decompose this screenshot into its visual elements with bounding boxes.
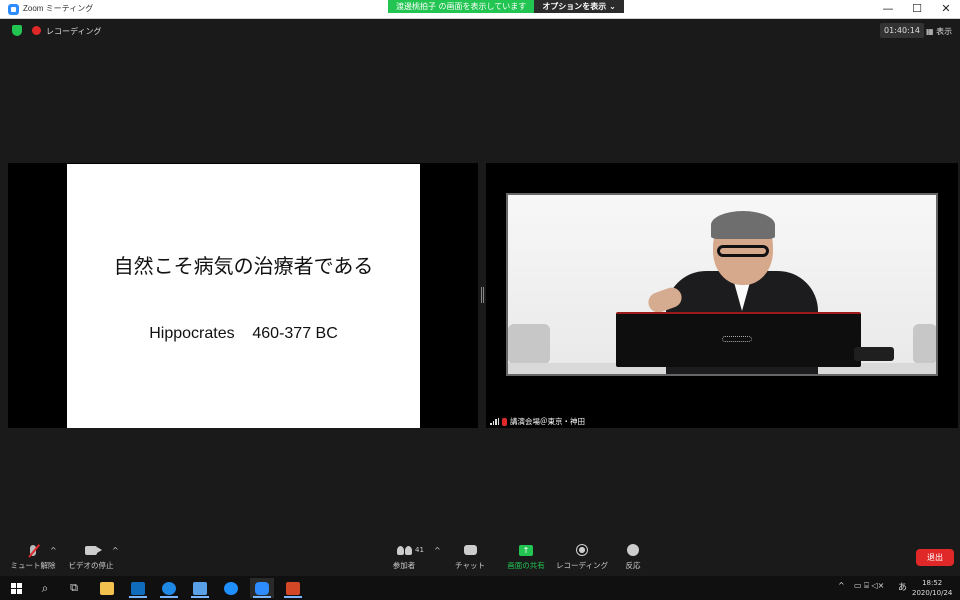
microphone-muted-icon — [30, 544, 36, 556]
windows-taskbar: ⌕ ⧉ ^ ▭ ⌸ ◁× あ 18:52 2020/10/24 — [0, 576, 960, 600]
chat-button[interactable]: チャット — [440, 542, 500, 571]
screen-share-banner: 渡邊桃拍子 の画面を表示しています オプションを表示 ⌄ — [388, 0, 624, 13]
powerpoint-icon — [286, 581, 300, 595]
video-camera-icon — [85, 545, 102, 555]
zoom-app-icon — [8, 4, 19, 15]
outlook-icon — [131, 581, 145, 595]
speaker-video — [506, 193, 938, 376]
participants-icon — [396, 545, 412, 555]
presentation-slide: 自然こそ病気の治療者である Hippocrates 460-377 BC — [67, 164, 420, 428]
ime-indicator[interactable]: あ — [898, 580, 907, 593]
record-label: レコーディング — [556, 561, 608, 570]
share-screen-icon: ↑ — [519, 544, 533, 556]
view-button[interactable]: ▦ 表示 — [926, 26, 952, 37]
leave-meeting-button[interactable]: 退出 — [916, 549, 954, 566]
task-view-icon[interactable]: ⧉ — [62, 578, 86, 598]
taskbar-clock[interactable]: 18:52 2020/10/24 — [912, 578, 952, 598]
participant-name: 講演会場＠東京・神田 — [510, 417, 585, 426]
slide-title: 自然こそ病気の治療者である — [113, 254, 374, 278]
chair-left — [508, 324, 550, 364]
clock-date: 2020/10/24 — [912, 589, 953, 597]
shared-screen-tile: 自然こそ病気の治療者である Hippocrates 460-377 BC — [8, 163, 478, 428]
smiley-icon — [627, 544, 639, 556]
close-button[interactable]: ✕ — [938, 2, 954, 15]
chat-icon — [463, 545, 477, 555]
participants-label: 参加者 — [392, 561, 416, 570]
windows-logo-icon — [10, 582, 22, 594]
participants-button[interactable]: 参加者 — [374, 542, 434, 571]
zoom-icon — [255, 581, 269, 595]
powerpoint-button[interactable] — [281, 578, 305, 598]
start-button[interactable] — [4, 578, 28, 598]
shield-icon[interactable] — [12, 25, 22, 36]
edge-icon — [224, 581, 238, 595]
meeting-timer: 01:40:14 — [880, 23, 924, 38]
unmute-label: ミュート解除 — [10, 561, 56, 570]
video-options-chevron-icon[interactable]: ^ — [112, 546, 119, 555]
participant-name-tag: 講演会場＠東京・神田 — [486, 415, 589, 428]
store-icon — [193, 581, 207, 595]
chair-right — [913, 324, 936, 364]
record-icon — [576, 544, 588, 556]
window-title: Zoom ミーティング — [23, 4, 94, 13]
participants-count: 41 — [415, 546, 424, 554]
view-options-button[interactable]: オプションを表示 ⌄ — [534, 0, 624, 13]
clock-time: 18:52 — [922, 579, 943, 587]
browser-icon — [162, 581, 176, 595]
speaker-video-tile: 講演会場＠東京・神田 — [486, 163, 958, 428]
zoom-taskbar-button[interactable] — [250, 578, 274, 598]
chat-label: チャット — [455, 561, 485, 570]
share-status-text: 渡邊桃拍子 の画面を表示しています — [388, 0, 535, 13]
meeting-info-bar: レコーディング 01:40:14 ▦ 表示 — [0, 20, 960, 42]
maximize-button[interactable]: ☐ — [909, 2, 925, 15]
audio-options-chevron-icon[interactable]: ^ — [50, 546, 57, 555]
webcam-device — [854, 347, 894, 361]
slide-subtitle: Hippocrates 460-377 BC — [149, 325, 338, 342]
chrome-button[interactable] — [157, 578, 181, 598]
reactions-button[interactable]: 反応 — [603, 542, 663, 571]
share-screen-button[interactable]: ↑ 画面の共有 — [496, 542, 556, 571]
signal-strength-icon — [490, 418, 499, 425]
edge-button[interactable] — [219, 578, 243, 598]
stop-video-label: ビデオの停止 — [68, 561, 114, 570]
tray-system-icons[interactable]: ▭ ⌸ ◁× — [854, 581, 884, 591]
minimize-button[interactable]: — — [880, 2, 896, 15]
tray-chevron-icon[interactable]: ^ — [838, 581, 845, 590]
recording-indicator-label: レコーディング — [46, 27, 102, 36]
store-button[interactable] — [188, 578, 212, 598]
speaker-glasses — [717, 245, 769, 257]
laptop-logo — [722, 336, 752, 342]
outlook-button[interactable] — [126, 578, 150, 598]
laptop — [616, 312, 861, 367]
recording-icon — [32, 26, 41, 35]
file-explorer-button[interactable] — [95, 578, 119, 598]
speaker-hair — [711, 211, 775, 239]
search-icon[interactable]: ⌕ — [33, 578, 57, 598]
muted-mic-icon — [502, 417, 507, 426]
share-screen-label: 画面の共有 — [507, 561, 545, 570]
split-view-handle[interactable] — [481, 287, 484, 303]
meeting-toolbar: ミュート解除 ^ ビデオの停止 ^ 参加者 41 ^ チャット ↑ 画面の共有 … — [0, 540, 960, 574]
window-titlebar: Zoom ミーティング 渡邊桃拍子 の画面を表示しています オプションを表示 ⌄… — [0, 0, 960, 19]
reactions-label: 反応 — [625, 561, 641, 570]
folder-icon — [100, 581, 114, 595]
